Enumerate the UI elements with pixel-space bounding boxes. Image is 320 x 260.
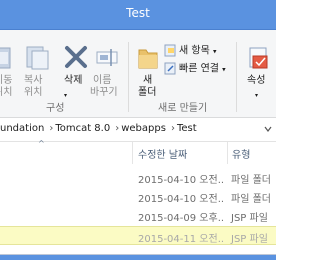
file-type: 파일 폴더 — [231, 194, 271, 205]
move-to-label-2: 위치 — [0, 87, 13, 98]
copy-to-label-2: 위치 — [24, 87, 43, 98]
column-header-type[interactable]: 유형 — [232, 146, 250, 161]
file-date: 2015-04-10 오전... — [138, 175, 225, 186]
file-date: 2015-04-11 오전... — [138, 234, 225, 245]
rename-icon — [96, 49, 118, 66]
file-row-selected[interactable]: 2015-04-11 오전... JSP 파일 — [0, 226, 276, 245]
file-date: 2015-04-10 오전... — [138, 194, 225, 205]
properties-icon — [249, 47, 268, 69]
chevron-down-icon: ▾ — [212, 47, 217, 56]
title-bar[interactable]: Test — [0, 0, 276, 30]
new-item-button[interactable]: 새 항목 ▾ — [164, 44, 216, 59]
file-row[interactable]: 2015-04-10 오전... 파일 폴더 — [0, 187, 276, 206]
folder-move-icon — [0, 47, 11, 69]
window-frame-bottom — [0, 255, 276, 260]
column-separator[interactable] — [132, 142, 133, 164]
copy-to-button[interactable]: 복사 위치 — [22, 44, 52, 98]
chevron-down-icon: ▾ — [222, 65, 226, 74]
rename-label-2: 바꾸기 — [90, 87, 118, 98]
file-type: JSP 파일 — [231, 234, 268, 245]
move-to-button[interactable]: 이동 위치 — [0, 44, 16, 98]
move-to-label-1: 이동 — [0, 75, 13, 86]
column-header-date[interactable]: 수정한 날짜 — [138, 146, 187, 161]
chevron-right-icon[interactable]: › — [171, 123, 175, 134]
chevron-down-icon: ▾ — [64, 92, 68, 99]
file-type: JSP 파일 — [231, 213, 268, 224]
new-folder-button[interactable]: 새 폴더 — [136, 44, 160, 98]
new-group-label: 새로 만들기 — [158, 103, 208, 114]
new-item-icon — [164, 44, 176, 57]
rename-label-1: 이름 — [93, 75, 112, 86]
delete-x-icon — [65, 46, 87, 68]
organize-group-label: 구성 — [46, 103, 65, 114]
rename-button[interactable]: 이름 바꾸기 — [90, 44, 122, 98]
breadcrumb-segment[interactable]: webapps — [121, 123, 166, 134]
copy-to-label-1: 복사 — [24, 75, 43, 86]
breadcrumb-segment[interactable]: Test — [177, 123, 197, 134]
breadcrumb-segment[interactable]: Tomcat 8.0 — [55, 123, 110, 134]
file-row[interactable]: 2015-04-10 오전... 파일 폴더 — [0, 168, 276, 187]
ribbon-separator — [236, 42, 237, 112]
delete-label: 삭제 — [64, 75, 83, 86]
file-row[interactable]: 2015-04-09 오후... JSP 파일 — [0, 206, 276, 225]
file-type: 파일 폴더 — [231, 175, 271, 186]
chevron-right-icon[interactable]: › — [115, 123, 119, 134]
breadcrumb-segment[interactable]: undation — [0, 123, 44, 134]
window-title: Test — [126, 6, 150, 20]
easy-access-button[interactable]: 빠른 연결 ▾ — [164, 62, 226, 77]
folder-copy-icon — [26, 46, 49, 70]
file-date: 2015-04-09 오후... — [138, 213, 225, 224]
column-separator[interactable] — [227, 142, 228, 164]
chevron-right-icon[interactable]: › — [49, 123, 53, 134]
new-folder-icon — [138, 49, 158, 69]
ribbon-separator — [128, 42, 129, 112]
easy-access-label: 빠른 연결 — [179, 63, 219, 75]
address-dropdown-icon[interactable] — [263, 123, 273, 135]
delete-button[interactable]: 삭제 ▾ — [62, 44, 90, 99]
new-folder-label-1: 새 — [143, 75, 153, 86]
properties-label: 속성 — [247, 75, 266, 86]
new-item-label: 새 항목 — [179, 45, 210, 57]
breadcrumb: undation › Tomcat 8.0 › webapps › Test — [0, 123, 199, 134]
new-folder-label-2: 폴더 — [138, 87, 157, 98]
sort-arrow-icon: ^ — [38, 139, 45, 148]
chevron-down-icon: ▾ — [255, 92, 259, 99]
properties-button[interactable]: 속성 ▾ — [242, 44, 276, 99]
easy-access-icon — [164, 62, 176, 75]
ribbon: 이동 위치 복사 위치 삭제 ▾ 이름 바꾸기 구성 — [0, 30, 276, 118]
